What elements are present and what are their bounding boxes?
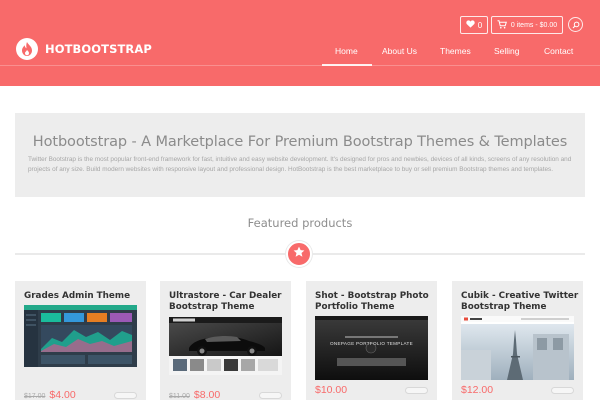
product-card-cubik[interactable]: Cubik - Creative Twitter Bootstrap Theme… — [452, 281, 583, 400]
cart-icon — [497, 19, 507, 31]
search-icon — [572, 16, 580, 34]
product-price: $12.00 — [461, 384, 493, 396]
product-current-price: $10.00 — [315, 384, 348, 396]
product-card-ultrastore[interactable]: Ultrastore - Car Dealer Bootstrap Theme … — [160, 281, 291, 400]
nav-contact[interactable]: Contact — [544, 46, 573, 56]
nav-themes[interactable]: Themes — [440, 46, 471, 56]
nav-active-indicator — [322, 64, 372, 66]
product-title[interactable]: Cubik - Creative Twitter Bootstrap Theme — [461, 291, 579, 313]
star-icon — [293, 245, 305, 263]
product-price: $17.00 $4.00 — [24, 389, 76, 400]
details-button[interactable] — [114, 392, 137, 399]
product-title[interactable]: Shot - Bootstrap Photo Portfolio Theme — [315, 291, 433, 313]
featured-badge — [286, 241, 312, 267]
product-current-price: $12.00 — [461, 384, 494, 396]
details-button[interactable] — [551, 387, 574, 394]
product-title[interactable]: Grades Admin Theme — [24, 291, 142, 302]
product-title[interactable]: Ultrastore - Car Dealer Bootstrap Theme — [169, 291, 287, 313]
details-button[interactable] — [405, 387, 428, 394]
product-thumbnail[interactable]: ONEPAGE PORTFOLIO TEMPLATE — [315, 316, 428, 380]
product-current-price: $8.00 — [193, 389, 221, 400]
product-old-price: $11.00 — [169, 393, 190, 400]
main-nav: Home About Us Themes Selling Contact — [0, 46, 600, 60]
hero-section: Hotbootstrap - A Marketplace For Premium… — [15, 113, 585, 197]
product-price: $11.00 $8.00 — [169, 389, 220, 400]
nav-selling[interactable]: Selling — [494, 46, 520, 56]
product-card-grades[interactable]: Grades Admin Theme $17.00 $4.00 — [15, 281, 146, 400]
product-thumbnail[interactable] — [461, 316, 574, 380]
wishlist-button[interactable]: 0 — [460, 16, 488, 34]
search-button[interactable] — [568, 17, 583, 32]
cart-summary: 0 items - $0.00 — [510, 21, 558, 29]
site-header: HOTBOOTSTRAP 0 0 items - $0.00 Home Abou… — [0, 0, 600, 86]
wishlist-count: 0 — [477, 20, 483, 30]
details-button[interactable] — [259, 392, 282, 399]
thumbnail-caption: ONEPAGE PORTFOLIO TEMPLATE — [329, 341, 414, 346]
product-old-price: $17.00 — [24, 393, 46, 400]
product-thumbnail[interactable] — [169, 317, 282, 375]
heart-icon — [466, 20, 475, 30]
header-divider — [0, 65, 600, 66]
hero-title: Hotbootstrap - A Marketplace For Premium… — [32, 134, 568, 150]
product-thumbnail[interactable] — [24, 305, 137, 367]
featured-title: Featured products — [247, 216, 353, 230]
hero-description: Twitter Bootstrap is the most popular fr… — [28, 156, 572, 173]
nav-home[interactable]: Home — [335, 46, 358, 56]
product-current-price: $4.00 — [49, 389, 76, 400]
nav-about-us[interactable]: About Us — [382, 46, 417, 56]
cart-button[interactable]: 0 items - $0.00 — [491, 16, 563, 34]
product-price: $10.00 — [315, 384, 347, 396]
product-card-shot[interactable]: Shot - Bootstrap Photo Portfolio Theme O… — [306, 281, 437, 400]
